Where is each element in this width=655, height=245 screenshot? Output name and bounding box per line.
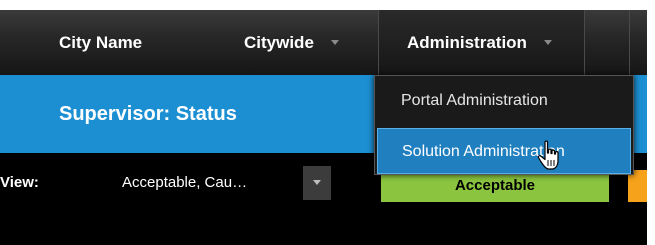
menu-item-portal-administration[interactable]: Portal Administration (377, 78, 631, 124)
chevron-down-icon (543, 40, 552, 46)
nav-administration[interactable]: Administration (378, 10, 585, 75)
top-border (0, 0, 655, 10)
menu-item-solution-administration[interactable]: Solution Administration (377, 128, 631, 174)
app-frame: City Name Citywide Administration Superv… (0, 0, 655, 245)
nav-citywide[interactable]: Citywide (244, 10, 339, 75)
nav-city-name[interactable]: City Name (59, 10, 142, 75)
view-filter-value[interactable]: Acceptable, Cau… (122, 174, 247, 191)
hand-pointer-icon (537, 140, 559, 170)
right-border (647, 0, 655, 245)
chevron-down-icon (330, 40, 339, 46)
view-filter-label: View: (0, 174, 39, 191)
chevron-down-icon (313, 180, 321, 185)
page-title: Supervisor: Status (59, 103, 237, 125)
nav-citywide-label: Citywide (244, 33, 314, 52)
nav-city-name-label: City Name (59, 33, 143, 52)
nav-divider (629, 10, 630, 75)
administration-dropdown-menu: Portal Administration Solution Administr… (374, 75, 634, 175)
view-filter-dropdown-button[interactable] (303, 166, 331, 200)
nav-administration-label: Administration (407, 33, 527, 52)
top-navbar: City Name Citywide Administration (0, 10, 647, 75)
